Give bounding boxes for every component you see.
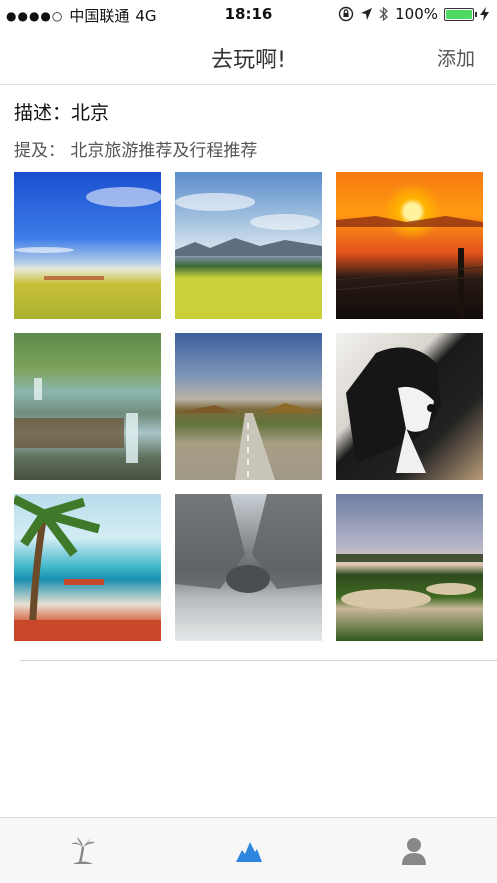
location-arrow-icon [361, 8, 373, 20]
orientation-lock-icon [338, 6, 354, 22]
photo-thumbnail[interactable] [336, 333, 483, 480]
photo-thumbnail[interactable] [14, 494, 161, 641]
status-right: 100% [338, 5, 489, 23]
tab-discover[interactable] [166, 818, 332, 883]
tab-bar [0, 817, 497, 883]
tab-profile[interactable] [331, 818, 497, 883]
charging-bolt-icon [480, 7, 489, 21]
photo-thumbnail[interactable] [14, 172, 161, 319]
status-bar: ●●●●○ 中国联通 4G 18:16 100% [0, 0, 497, 30]
add-button[interactable]: 添加 [437, 44, 475, 71]
palm-tree-icon [70, 836, 95, 864]
photo-thumbnail[interactable] [336, 494, 483, 641]
bluetooth-icon [379, 6, 389, 22]
mention-text: 提及： 北京旅游推荐及行程推荐 [14, 141, 258, 161]
tab-explore[interactable] [0, 818, 166, 883]
battery-percent: 100% [395, 5, 438, 23]
battery-icon [444, 7, 477, 21]
person-icon [402, 837, 427, 865]
nav-bar: 去玩啊! 添加 [0, 30, 497, 85]
photo-thumbnail[interactable] [175, 172, 322, 319]
photo-thumbnail[interactable] [175, 494, 322, 641]
divider [20, 660, 497, 661]
photo-grid [14, 172, 484, 641]
page-title: 去玩啊! [211, 48, 286, 73]
photo-thumbnail[interactable] [175, 333, 322, 480]
photo-thumbnail[interactable] [336, 172, 483, 319]
mountains-icon [235, 841, 262, 862]
photo-thumbnail[interactable] [14, 333, 161, 480]
description-text: 描述：北京 [14, 102, 110, 124]
